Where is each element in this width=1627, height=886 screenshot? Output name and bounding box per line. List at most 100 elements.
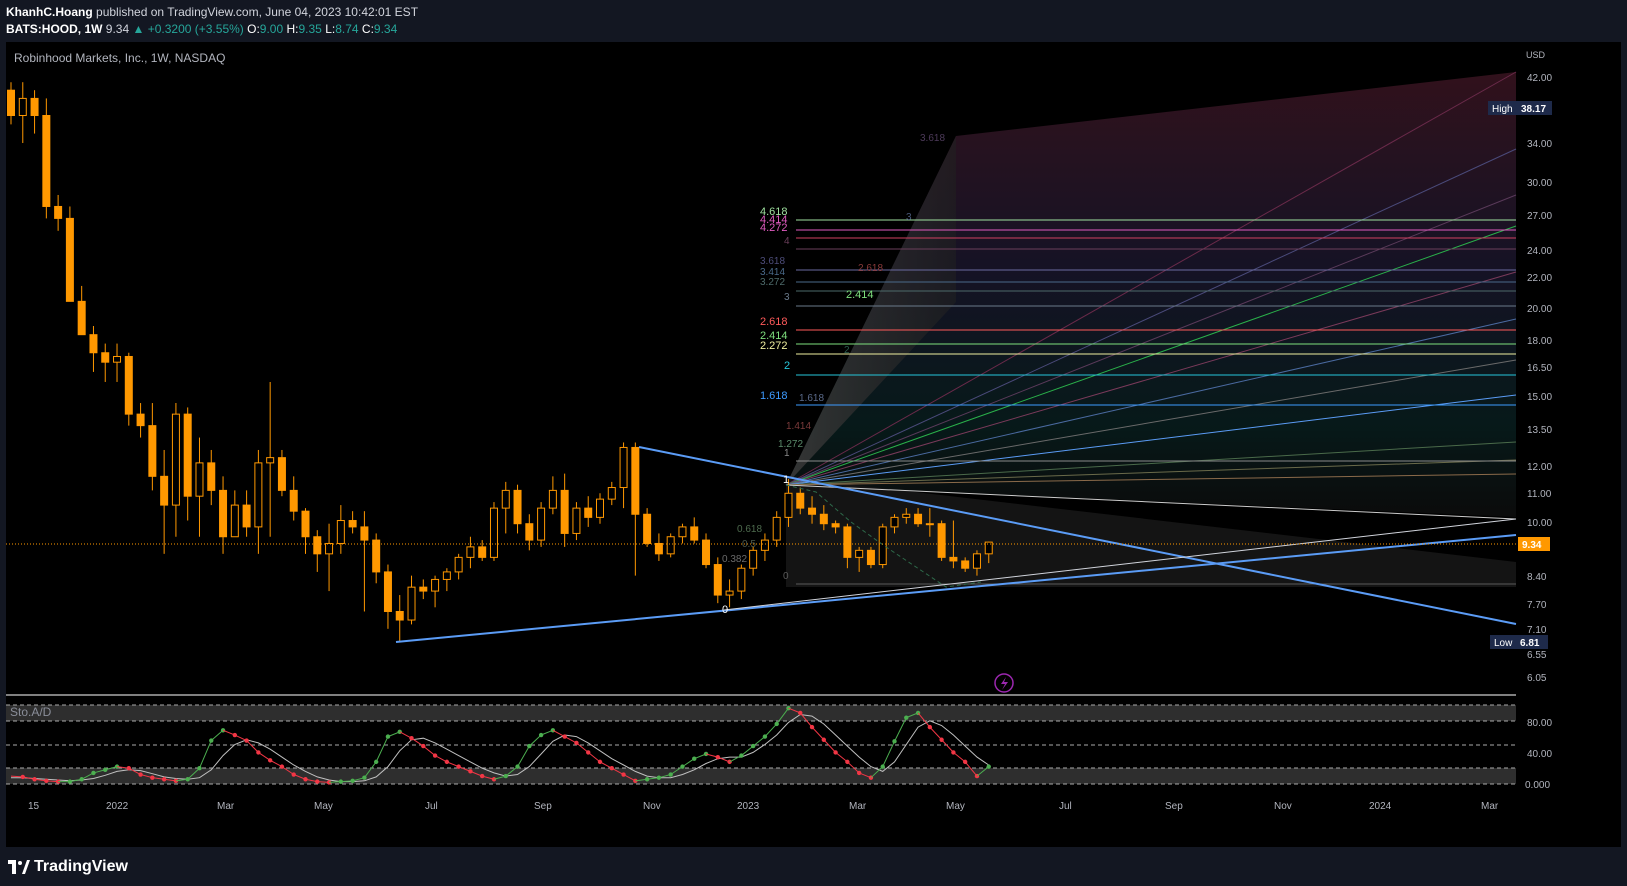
candle[interactable]: [207, 462, 216, 491]
candle[interactable]: [336, 520, 345, 544]
time-axis[interactable]: 15 2022 Mar May Jul Sep Nov 2023 Mar May…: [28, 801, 1499, 812]
candle[interactable]: [313, 536, 322, 555]
close-label: C:: [361, 22, 374, 36]
candle[interactable]: [30, 97, 39, 117]
candle[interactable]: [772, 516, 781, 541]
candle[interactable]: [725, 590, 734, 596]
candle[interactable]: [478, 546, 487, 558]
open-label: O:: [247, 22, 260, 36]
candle[interactable]: [395, 610, 404, 621]
candle[interactable]: [54, 205, 63, 219]
candle[interactable]: [242, 504, 251, 528]
candle[interactable]: [631, 446, 640, 515]
candle[interactable]: [525, 523, 534, 541]
candle[interactable]: [902, 513, 911, 518]
candle[interactable]: [113, 355, 122, 363]
candle[interactable]: [513, 489, 522, 525]
candle[interactable]: [466, 546, 475, 558]
candle[interactable]: [160, 475, 169, 506]
candle[interactable]: [961, 560, 970, 569]
candle[interactable]: [124, 355, 133, 415]
candle[interactable]: [454, 556, 463, 573]
candle[interactable]: [360, 526, 369, 541]
candle[interactable]: [442, 571, 451, 580]
candle[interactable]: [195, 462, 204, 497]
fan-label-3: 3: [906, 212, 912, 223]
candle[interactable]: [737, 567, 746, 592]
fib-label-2: 2: [784, 360, 790, 372]
candle[interactable]: [678, 526, 687, 538]
author-name[interactable]: KhanhC.Hoang: [6, 5, 93, 19]
candle[interactable]: [749, 549, 758, 569]
candle[interactable]: [136, 413, 145, 427]
candle[interactable]: [796, 492, 805, 509]
candle[interactable]: [89, 334, 98, 354]
symbol-label[interactable]: BATS:HOOD, 1W: [6, 22, 102, 36]
candle[interactable]: [914, 513, 923, 525]
candle[interactable]: [18, 97, 27, 117]
candle[interactable]: [713, 564, 722, 596]
candle[interactable]: [548, 489, 557, 509]
candle[interactable]: [383, 571, 392, 612]
candle[interactable]: [431, 578, 440, 592]
candle[interactable]: [843, 526, 852, 558]
candle[interactable]: [77, 300, 86, 336]
candle[interactable]: [301, 510, 310, 538]
tradingview-logo[interactable]: TradingView: [8, 858, 128, 876]
candle[interactable]: [7, 89, 15, 117]
candle[interactable]: [607, 487, 616, 500]
stoch-fast-point: [515, 764, 520, 769]
candle[interactable]: [831, 523, 840, 528]
price-tick: 27.00: [1527, 211, 1552, 222]
candle[interactable]: [890, 516, 899, 528]
candle[interactable]: [784, 492, 793, 518]
price-chart[interactable]: Robinhood Markets, Inc., 1W, NASDAQ 4.61…: [6, 42, 1621, 847]
candle[interactable]: [171, 413, 180, 506]
candle[interactable]: [808, 507, 817, 515]
candle[interactable]: [65, 217, 74, 302]
price-tick: 6.05: [1527, 673, 1547, 684]
candle[interactable]: [619, 446, 628, 489]
candle[interactable]: [101, 352, 110, 363]
candle[interactable]: [925, 523, 934, 526]
currency-label: USD: [1526, 50, 1546, 60]
lightning-icon[interactable]: [994, 673, 1014, 693]
candle[interactable]: [572, 507, 581, 534]
candle[interactable]: [266, 457, 275, 464]
candle[interactable]: [230, 504, 239, 538]
candle[interactable]: [584, 507, 593, 518]
candle[interactable]: [372, 539, 381, 573]
candle[interactable]: [972, 553, 981, 569]
candle[interactable]: [289, 489, 298, 512]
candle[interactable]: [183, 413, 192, 497]
chart-area[interactable]: Robinhood Markets, Inc., 1W, NASDAQ 4.61…: [6, 42, 1621, 847]
candle[interactable]: [537, 507, 546, 541]
candle[interactable]: [654, 542, 663, 555]
candle[interactable]: [501, 489, 510, 509]
candle[interactable]: [866, 549, 875, 566]
candle[interactable]: [254, 462, 263, 528]
candle[interactable]: [819, 513, 828, 525]
candle[interactable]: [596, 498, 604, 518]
candle[interactable]: [42, 115, 51, 207]
candle[interactable]: [878, 526, 887, 566]
candle[interactable]: [148, 425, 157, 477]
candle[interactable]: [419, 586, 428, 592]
candle[interactable]: [219, 489, 228, 538]
candle[interactable]: [855, 549, 864, 558]
candle[interactable]: [348, 520, 357, 528]
candle[interactable]: [277, 457, 286, 491]
candle[interactable]: [325, 542, 334, 555]
candle[interactable]: [690, 526, 699, 541]
low-badge-label: Low: [1494, 638, 1513, 649]
candle[interactable]: [666, 536, 675, 555]
candle[interactable]: [937, 523, 946, 558]
candle[interactable]: [949, 556, 958, 562]
candle[interactable]: [984, 541, 993, 555]
candle[interactable]: [760, 539, 769, 551]
candle[interactable]: [560, 489, 569, 534]
candle[interactable]: [643, 513, 652, 544]
candle[interactable]: [407, 586, 416, 621]
candle[interactable]: [489, 507, 498, 558]
indicator-name[interactable]: Sto.A/D: [10, 705, 52, 719]
